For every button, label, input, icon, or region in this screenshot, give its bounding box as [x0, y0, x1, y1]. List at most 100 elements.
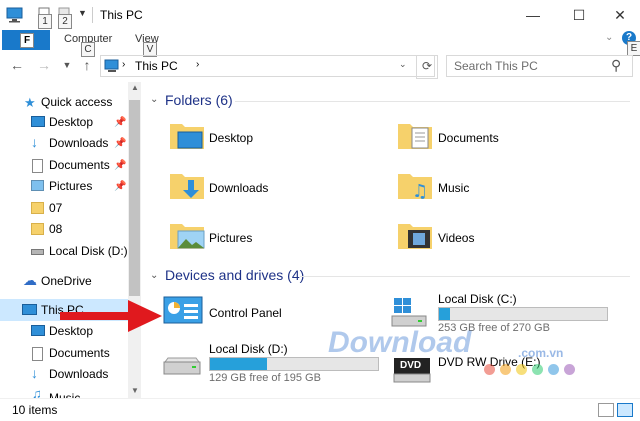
documents-icon	[32, 347, 43, 361]
folder-tile-downloads[interactable]: Downloads	[168, 166, 368, 210]
pin-icon[interactable]: 📌	[114, 133, 126, 154]
group-header-folders[interactable]: Folders (6)	[165, 92, 233, 108]
sidebar-item-music[interactable]: ♫ Music	[0, 385, 128, 398]
sidebar-item-pictures[interactable]: Pictures 📌	[0, 176, 128, 197]
divider	[92, 7, 93, 23]
up-button[interactable]: ↑	[78, 56, 96, 74]
folder-label: Documents	[438, 131, 499, 145]
music-icon: ♫	[32, 386, 42, 398]
sidebar-item-label: Music	[49, 391, 81, 398]
sidebar-item-label: Downloads	[49, 367, 109, 381]
downloads-folder-icon	[170, 174, 204, 199]
watermark-dot	[532, 364, 543, 375]
desktop-icon	[31, 116, 45, 127]
drive-usage-bar	[438, 307, 608, 321]
title-bar: 1 2 ▼ This PC — ☐ ✕	[0, 0, 640, 30]
annotation-arrow	[60, 300, 162, 332]
address-bar[interactable]: › This PC › ⌄	[100, 55, 435, 77]
music-folder-icon: ♫	[398, 174, 432, 202]
pin-icon[interactable]: 📌	[114, 112, 126, 133]
recent-locations-icon[interactable]: ▼	[58, 56, 76, 74]
star-icon: ★	[24, 95, 36, 110]
folder-tile-videos[interactable]: Videos	[396, 216, 596, 260]
back-button[interactable]: ←	[8, 56, 26, 74]
large-icons-view-icon[interactable]	[617, 403, 633, 417]
search-input[interactable]: Search This PC ⚲	[446, 55, 633, 77]
divider	[300, 276, 630, 277]
sidebar-item-documents[interactable]: Documents	[0, 343, 128, 364]
address-dropdown-icon[interactable]: ⌄	[399, 59, 407, 70]
sidebar-item-label: Desktop	[49, 115, 94, 129]
videos-folder-icon	[398, 224, 432, 249]
refresh-button[interactable]: ⟳	[416, 55, 438, 79]
computer-icon	[22, 304, 37, 315]
drive-free-space: 129 GB free of 195 GB	[209, 372, 321, 384]
scrollbar-thumb[interactable]	[129, 100, 140, 296]
breadcrumb-separator-icon: ›	[122, 59, 126, 70]
window-title: This PC	[100, 8, 143, 22]
watermark-dot	[548, 364, 559, 375]
folder-tile-desktop[interactable]: Desktop	[168, 116, 368, 160]
folder-tile-music[interactable]: ♫ Music	[396, 166, 596, 210]
sidebar-item-label: 08	[49, 222, 63, 236]
keytip: F	[20, 33, 34, 48]
sidebar-item-label: Pictures	[49, 179, 93, 193]
watermark-dot	[516, 364, 527, 375]
computer-icon	[104, 59, 119, 72]
watermark-suffix: .com.vn	[518, 346, 564, 360]
folder-label: Music	[438, 181, 470, 195]
sidebar-item-downloads[interactable]: ↓ Downloads 📌	[0, 133, 128, 154]
breadcrumb[interactable]: This PC	[135, 59, 178, 73]
sidebar-item-label: 07	[49, 201, 63, 215]
watermark-dot	[564, 364, 575, 375]
dvd-badge: DVD	[400, 360, 422, 371]
folder-tile-documents[interactable]: Documents	[396, 116, 596, 160]
sidebar-item-quick-access[interactable]: ★ Quick access	[0, 92, 128, 113]
minimize-button[interactable]: —	[510, 0, 556, 30]
group-header-devices[interactable]: Devices and drives (4)	[165, 267, 304, 283]
drive-icon	[31, 249, 44, 255]
collapse-group-icon[interactable]: ⌄	[150, 270, 158, 281]
tab-file[interactable]: F	[2, 30, 50, 50]
sidebar-item-08[interactable]: 08	[0, 219, 128, 240]
pin-icon[interactable]: 📌	[114, 155, 126, 176]
scroll-down-icon[interactable]: ▼	[131, 386, 139, 395]
folder-label: Videos	[438, 231, 475, 245]
ribbon-expand-icon[interactable]: ⌄	[605, 32, 613, 43]
sidebar-item-local-disk-d[interactable]: Local Disk (D:)	[0, 241, 128, 262]
pin-icon[interactable]: 📌	[114, 176, 126, 197]
breadcrumb-separator-icon[interactable]: ›	[196, 59, 199, 70]
maximize-button[interactable]: ☐	[556, 0, 602, 30]
documents-icon	[32, 159, 43, 173]
sidebar-item-label: OneDrive	[41, 274, 92, 288]
details-view-icon[interactable]	[598, 403, 614, 417]
folder-tile-pictures[interactable]: Pictures	[168, 216, 368, 260]
folder-icon	[31, 223, 44, 235]
sidebar-item-downloads[interactable]: ↓ Downloads	[0, 364, 128, 385]
device-label: Control Panel	[209, 306, 282, 320]
keytip: 1	[38, 14, 52, 29]
watermark-dot	[484, 364, 495, 375]
control-panel-icon	[163, 296, 203, 324]
scroll-up-icon[interactable]: ▲	[131, 83, 139, 92]
keytip: 2	[58, 14, 72, 29]
download-icon: ↓	[31, 365, 38, 381]
sidebar-item-label: Documents	[49, 346, 110, 360]
computer-icon[interactable]	[6, 7, 24, 23]
search-icon[interactable]: ⚲	[611, 57, 621, 74]
pictures-icon	[31, 180, 44, 191]
sidebar-item-documents[interactable]: Documents 📌	[0, 155, 128, 176]
close-button[interactable]: ✕	[597, 0, 640, 30]
folder-icon	[31, 202, 44, 214]
collapse-group-icon[interactable]: ⌄	[150, 94, 158, 105]
quick-access-dropdown-icon[interactable]: ▼	[78, 8, 87, 18]
device-label: Local Disk (C:)	[438, 292, 517, 306]
pictures-folder-icon	[170, 224, 205, 249]
sidebar-item-onedrive[interactable]: ☁ OneDrive	[0, 271, 128, 292]
forward-button[interactable]: →	[35, 56, 53, 74]
sidebar-item-07[interactable]: 07	[0, 198, 128, 219]
sidebar-item-desktop[interactable]: Desktop 📌	[0, 112, 128, 133]
folder-label: Desktop	[209, 131, 254, 145]
watermark-dot	[500, 364, 511, 375]
sidebar-item-label: Downloads	[49, 136, 109, 150]
